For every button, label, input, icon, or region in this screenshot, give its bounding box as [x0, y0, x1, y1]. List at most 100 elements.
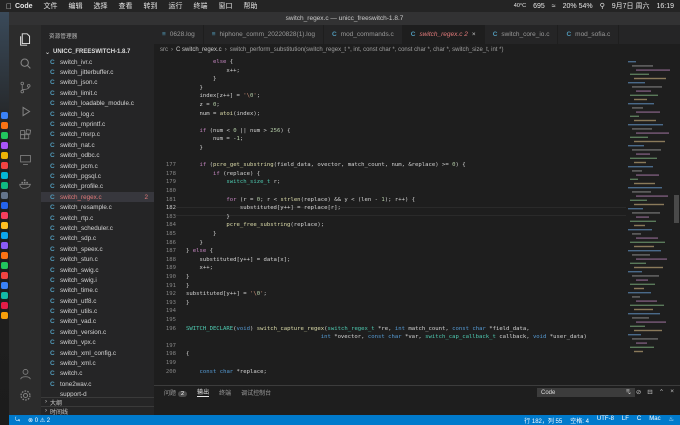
dock-app-icon[interactable]	[1, 302, 8, 309]
scrollbar-thumb[interactable]	[674, 195, 679, 223]
battery-status[interactable]: 695	[533, 3, 545, 10]
remote-indicator-icon[interactable]: ⤿	[15, 417, 20, 424]
source-control-icon[interactable]	[17, 79, 33, 95]
code-line[interactable]: SWITCH_DECLARE(void) switch_capture_rege…	[186, 326, 530, 332]
encoding-status[interactable]: UTF-8	[597, 416, 614, 425]
file-item[interactable]: Cswitch_odbc.c	[41, 151, 154, 161]
settings-gear-icon[interactable]	[17, 387, 33, 403]
code-line[interactable]: {	[186, 351, 189, 357]
file-item[interactable]: Cswitch_pgsql.c	[41, 171, 154, 181]
output-channel-select[interactable]: Code ⌄	[537, 388, 635, 397]
file-item[interactable]: Cswitch_jitterbuffer.c	[41, 67, 154, 77]
language-mode[interactable]: C	[637, 416, 641, 425]
dock-app-icon[interactable]	[1, 192, 8, 199]
file-item[interactable]: Cswitch_regex.c 2	[41, 192, 154, 203]
file-item[interactable]: Cswitch_utils.c	[41, 306, 154, 316]
list-filter-icon[interactable]: ≡	[626, 388, 630, 396]
dock-app-icon[interactable]	[1, 112, 8, 119]
run-debug-icon[interactable]	[17, 103, 33, 119]
memory-status[interactable]: 20% 54%	[563, 3, 593, 10]
menu-file[interactable]: 文件	[44, 1, 58, 11]
breadcrumb-folder[interactable]: src	[160, 47, 168, 53]
account-icon[interactable]	[17, 365, 33, 381]
code-line[interactable]: }	[186, 145, 202, 151]
file-item[interactable]: Cswitch_profile.c	[41, 182, 154, 192]
problems-status[interactable]: ⊗ 0 ⚠ 2	[28, 417, 50, 424]
menu-terminal[interactable]: 终端	[194, 1, 208, 11]
breadcrumb-symbol[interactable]: switch_perform_substitution(switch_regex…	[230, 47, 504, 53]
file-item[interactable]: Cswitch_vad.c	[41, 317, 154, 327]
menu-window[interactable]: 窗口	[219, 1, 233, 11]
code-line[interactable]: if (num < 0 || num > 256) {	[186, 128, 290, 134]
lock-icon[interactable]: ⊟	[647, 388, 652, 396]
dock-app-icon[interactable]	[1, 152, 8, 159]
file-item[interactable]: Cswitch_scheduler.c	[41, 223, 154, 233]
dock-app-icon[interactable]	[1, 252, 8, 259]
workspace-folder[interactable]: ⌄ UNICC_FREESWITCH-1.8.7	[41, 47, 154, 57]
close-icon[interactable]: ×	[670, 388, 674, 396]
dock-app-icon[interactable]	[1, 202, 8, 209]
file-item[interactable]: Cswitch_sdp.c	[41, 234, 154, 244]
code-line[interactable]: }	[186, 214, 229, 220]
file-item[interactable]: Cswitch_xml.c	[41, 358, 154, 368]
code-line[interactable]: }	[186, 76, 216, 82]
file-item[interactable]: Cswitch_msrp.c	[41, 130, 154, 140]
code-line[interactable]: }	[186, 274, 189, 280]
docker-icon[interactable]	[17, 175, 33, 191]
temperature-status[interactable]: 40°C	[514, 3, 526, 9]
menu-help[interactable]: 帮助	[244, 1, 258, 11]
extensions-icon[interactable]	[17, 127, 33, 143]
code-line[interactable]: const char *replace;	[186, 369, 266, 375]
menu-view[interactable]: 查看	[119, 1, 133, 11]
apple-icon[interactable]: 	[6, 2, 15, 11]
dock-app-icon[interactable]	[1, 122, 8, 129]
search-icon[interactable]	[17, 55, 33, 71]
dock-app-icon[interactable]	[1, 182, 8, 189]
file-item[interactable]: Cswitch_time.c	[41, 286, 154, 296]
editor-scrollbar[interactable]	[672, 55, 680, 385]
minimap[interactable]	[626, 55, 672, 385]
close-icon[interactable]: ×	[472, 31, 476, 38]
file-item[interactable]: Ctone2wav.c	[41, 379, 154, 389]
editor-tab[interactable]: Cmod_sofia.c	[558, 25, 620, 44]
file-item[interactable]: Cswitch_pcm.c	[41, 161, 154, 171]
code-line[interactable]: for (r = 0; r < strlen(replace) && y < (…	[186, 197, 415, 203]
file-item[interactable]: Cswitch_vpx.c	[41, 338, 154, 348]
file-item[interactable]: Cswitch_swig.c	[41, 265, 154, 275]
code-line[interactable]: int *ovector, const char *var, switch_ca…	[186, 334, 587, 340]
notifications-bell-icon[interactable]: ♨	[669, 416, 674, 425]
code-line[interactable]: if (pcre_get_substring(field_data, ovect…	[186, 162, 465, 168]
file-item[interactable]: Cswitch_loadable_module.c	[41, 99, 154, 109]
menu-edit[interactable]: 编辑	[69, 1, 83, 11]
dock-app-icon[interactable]	[1, 232, 8, 239]
code-line[interactable]: x++;	[186, 68, 239, 74]
code-line[interactable]: z = 0;	[186, 102, 219, 108]
editor-tab[interactable]: ≡ hiphone_comm_20220828(1).log	[204, 25, 324, 44]
editor-tab[interactable]: Cswitch_core_io.c	[485, 25, 559, 44]
panel-tab-debug-console[interactable]: 调试控制台	[241, 388, 271, 397]
explorer-icon[interactable]	[17, 31, 33, 47]
file-item[interactable]: Cswitch_utf8.c	[41, 296, 154, 306]
file-item[interactable]: Cswitch_xml_config.c	[41, 348, 154, 358]
dock-app-icon[interactable]	[1, 142, 8, 149]
search-icon[interactable]: ⚲	[600, 2, 605, 10]
cursor-position[interactable]: 行 182，列 55	[524, 416, 562, 425]
code-line[interactable]: }	[186, 240, 202, 246]
dock-app-icon[interactable]	[1, 162, 8, 169]
dock-app-icon[interactable]	[1, 222, 8, 229]
code-line[interactable]: substituted[y++] = data[x];	[186, 257, 290, 263]
code-line[interactable]: substituted[y++] = '\0';	[186, 291, 267, 297]
eol-status[interactable]: LF	[622, 416, 629, 425]
app-name[interactable]: Code	[15, 3, 33, 10]
code-line[interactable]: num = -1;	[186, 136, 243, 142]
code-line[interactable]: switch_size_t r;	[186, 179, 280, 185]
dock-app-icon[interactable]	[1, 272, 8, 279]
indentation-status[interactable]: 空格: 4	[570, 416, 589, 425]
code-line[interactable]: x++;	[186, 265, 212, 271]
dock-app-icon[interactable]	[1, 242, 8, 249]
wifi-icon[interactable]: ≈	[552, 3, 556, 10]
menu-select[interactable]: 选择	[94, 1, 108, 11]
file-item[interactable]: Cswitch_swig.i	[41, 275, 154, 285]
code-line[interactable]: index[z++] = '\0';	[186, 93, 260, 99]
breadcrumb-file[interactable]: C switch_regex.c	[176, 47, 222, 53]
